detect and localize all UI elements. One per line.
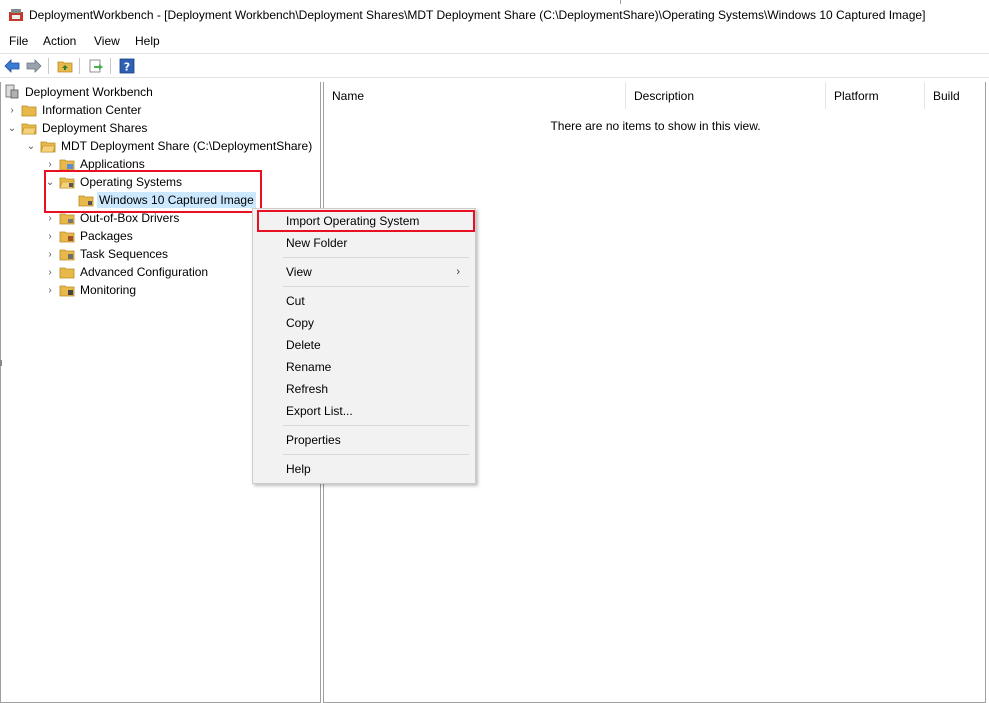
menu-separator xyxy=(283,257,469,258)
menu-separator xyxy=(283,286,469,287)
chevron-right-icon[interactable]: › xyxy=(44,158,56,170)
menu-item-view[interactable]: View › xyxy=(258,262,470,282)
tree-label: Deployment Shares xyxy=(42,121,148,135)
menu-item-cut[interactable]: Cut xyxy=(258,291,470,311)
export-list-icon[interactable] xyxy=(87,57,105,75)
left-edge-mark xyxy=(0,360,2,366)
tree-item-deployment-workbench[interactable]: Deployment Workbench xyxy=(4,83,155,101)
up-folder-icon[interactable] xyxy=(56,57,74,75)
menu-action[interactable]: Action xyxy=(43,34,76,48)
toolbar: ? xyxy=(0,53,989,78)
menu-item-help[interactable]: Help xyxy=(258,459,470,479)
tree-item-packages[interactable]: › Packages xyxy=(44,227,135,245)
folder-open-icon xyxy=(21,120,37,136)
column-header-platform[interactable]: Platform xyxy=(826,82,925,109)
menu-item-properties[interactable]: Properties xyxy=(258,430,470,450)
toolbar-separator xyxy=(48,58,49,74)
menu-separator xyxy=(283,425,469,426)
workbench-icon xyxy=(4,84,20,100)
menu-item-copy[interactable]: Copy xyxy=(258,313,470,333)
toolbar-separator xyxy=(79,58,80,74)
chevron-down-icon[interactable]: ⌄ xyxy=(25,140,37,152)
tree-item-deployment-shares[interactable]: ⌄ Deployment Shares xyxy=(6,119,149,137)
tree-item-monitoring[interactable]: › Monitoring xyxy=(44,281,138,299)
share-folder-icon xyxy=(40,138,56,154)
task-sequences-folder-icon xyxy=(59,246,75,262)
forward-arrow-icon[interactable] xyxy=(25,57,43,75)
svg-text:?: ? xyxy=(124,61,130,74)
tree-label: MDT Deployment Share (C:\DeploymentShare… xyxy=(61,139,313,153)
back-arrow-icon[interactable] xyxy=(3,57,21,75)
chevron-right-icon[interactable]: › xyxy=(44,212,56,224)
menu-item-delete[interactable]: Delete xyxy=(258,335,470,355)
help-icon[interactable]: ? xyxy=(118,57,136,75)
column-header-name[interactable]: Name xyxy=(324,82,626,109)
menu-item-new-folder[interactable]: New Folder xyxy=(258,233,470,253)
tree-label: Monitoring xyxy=(80,283,137,297)
tree-item-advanced-configuration[interactable]: › Advanced Configuration xyxy=(44,263,210,281)
chevron-right-icon: › xyxy=(456,266,460,278)
menu-bar: File Action View Help xyxy=(0,31,989,51)
chevron-right-icon[interactable]: › xyxy=(44,248,56,260)
menu-file[interactable]: File xyxy=(9,34,28,48)
tree-label: Packages xyxy=(80,229,133,243)
monitoring-folder-icon xyxy=(59,282,75,298)
column-header-build[interactable]: Build xyxy=(925,82,985,109)
menu-separator xyxy=(283,454,469,455)
column-header-description[interactable]: Description xyxy=(626,82,826,109)
menu-help[interactable]: Help xyxy=(135,34,160,48)
menu-item-view-label: View xyxy=(286,265,312,279)
packages-folder-icon xyxy=(59,228,75,244)
chevron-right-icon[interactable]: › xyxy=(44,230,56,242)
tree-label: Information Center xyxy=(42,103,142,117)
tree-item-mdt-deployment-share[interactable]: ⌄ MDT Deployment Share (C:\DeploymentSha… xyxy=(25,137,314,155)
advanced-configuration-folder-icon xyxy=(59,264,75,280)
menu-item-export-list[interactable]: Export List... xyxy=(258,401,470,421)
menu-view[interactable]: View xyxy=(94,34,120,48)
chevron-right-icon[interactable]: › xyxy=(44,266,56,278)
tree-item-information-center[interactable]: › Information Center xyxy=(6,101,143,119)
chevron-down-icon[interactable]: ⌄ xyxy=(6,122,18,134)
menu-item-rename[interactable]: Rename xyxy=(258,357,470,377)
annotation-highlight-import xyxy=(257,210,475,232)
chevron-right-icon[interactable]: › xyxy=(44,284,56,296)
title-bar: DeploymentWorkbench - [Deployment Workbe… xyxy=(0,0,989,30)
chevron-right-icon[interactable]: › xyxy=(6,104,18,116)
tree-label: Task Sequences xyxy=(80,247,169,261)
information-folder-icon xyxy=(21,102,37,118)
empty-list-message: There are no items to show in this view. xyxy=(550,119,761,133)
annotation-highlight-tree xyxy=(44,170,262,213)
tree-item-task-sequences[interactable]: › Task Sequences xyxy=(44,245,170,263)
tree-label: Advanced Configuration xyxy=(80,265,209,279)
context-menu: Import Operating System New Folder View … xyxy=(252,208,476,484)
tree-label: Deployment Workbench xyxy=(25,85,153,99)
deployment-workbench-app-icon xyxy=(8,7,24,23)
window-title: DeploymentWorkbench - [Deployment Workbe… xyxy=(29,8,926,22)
menu-item-refresh[interactable]: Refresh xyxy=(258,379,470,399)
top-edge-mark xyxy=(620,0,621,4)
toolbar-separator xyxy=(110,58,111,74)
